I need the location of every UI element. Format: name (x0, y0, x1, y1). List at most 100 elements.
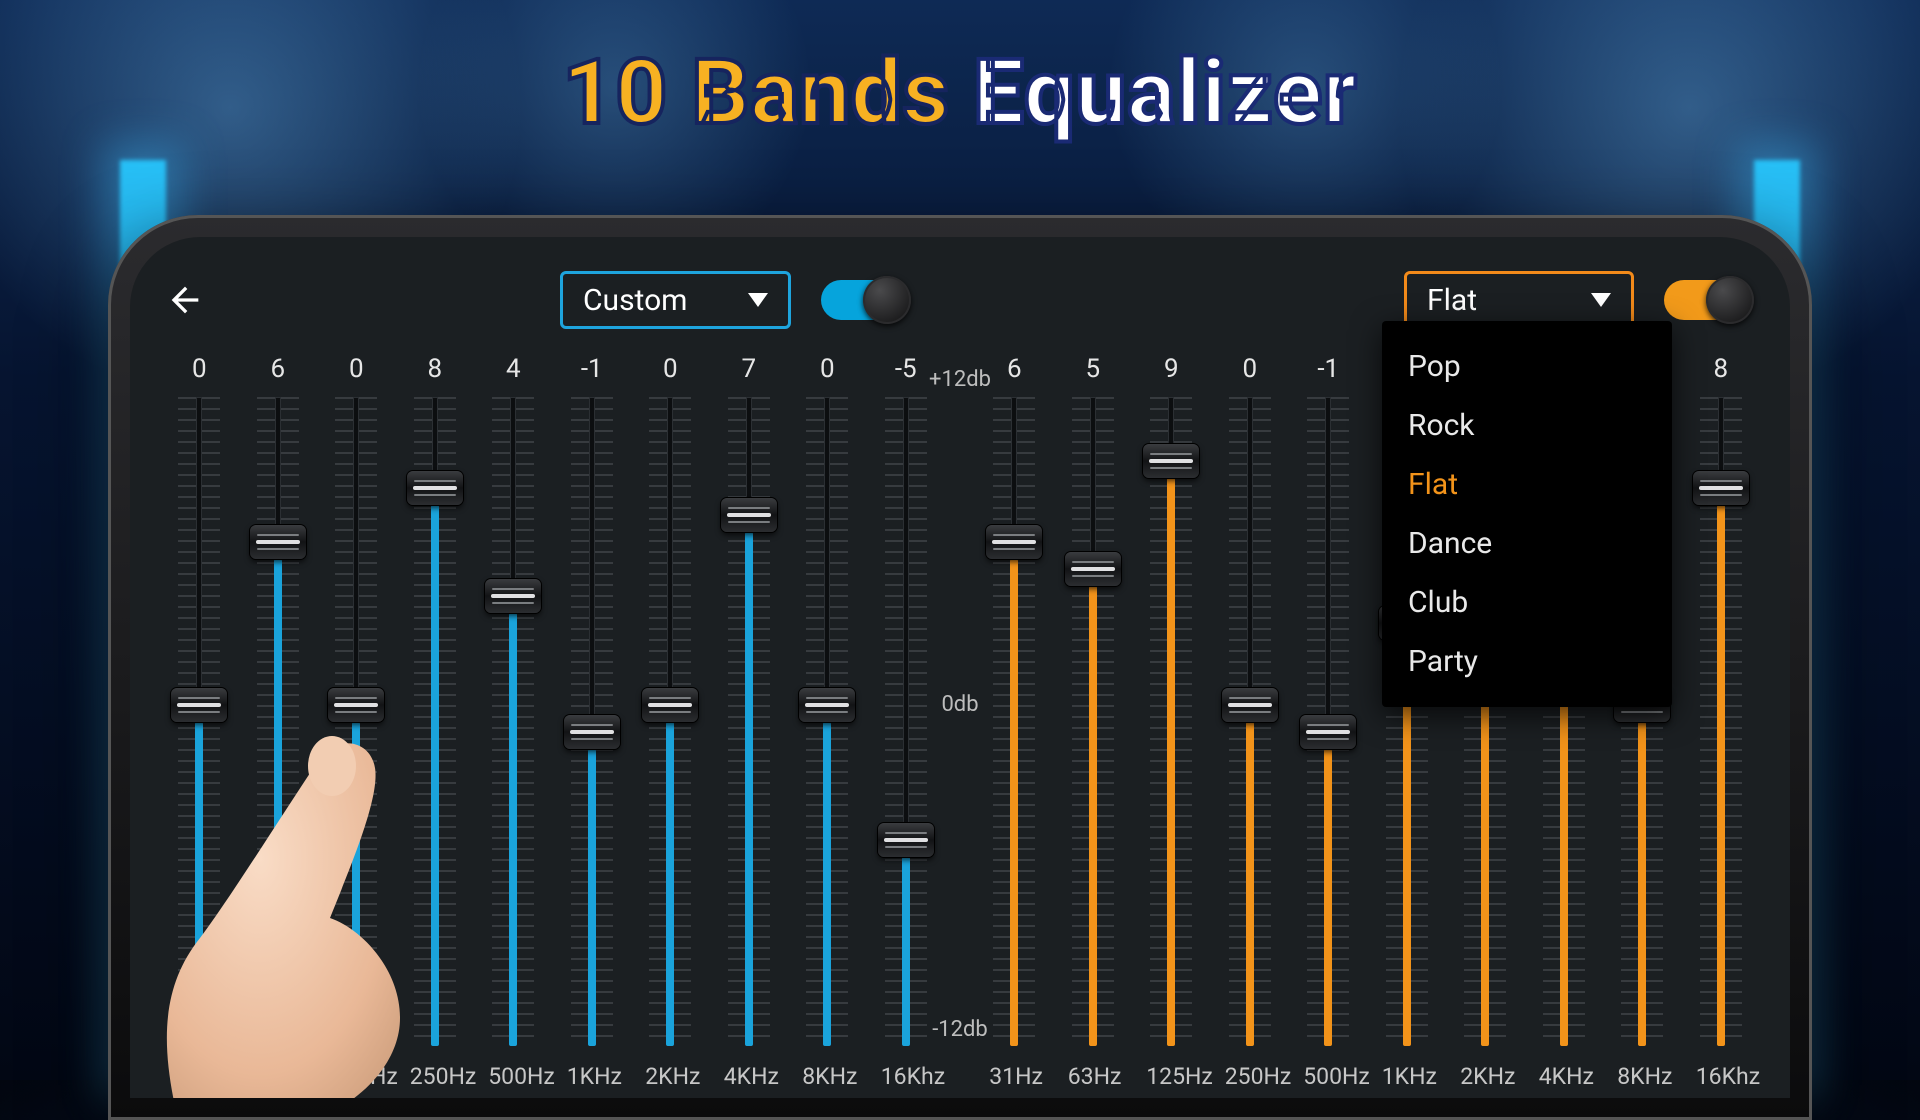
preset-menu-item[interactable]: Flat (1382, 455, 1672, 514)
freq-row-right: 31Hz63Hz125Hz250Hz500Hz1KHz2KHz4KHz8KHz1… (975, 1054, 1760, 1098)
band-value: -5 (881, 354, 931, 384)
slider-thumb[interactable] (485, 579, 541, 613)
eq-slider[interactable] (253, 397, 303, 1046)
chevron-down-icon (1591, 293, 1611, 307)
eq-slider[interactable] (645, 397, 695, 1046)
eq-slider[interactable] (410, 397, 460, 1046)
band-frequency: 16Khz (881, 1063, 931, 1090)
band-value: 8 (410, 354, 460, 384)
slider-thumb[interactable] (986, 525, 1042, 559)
band-value: 0 (645, 354, 695, 384)
band-frequency: 1KHz (1382, 1063, 1432, 1090)
eq-slider[interactable] (1146, 397, 1196, 1046)
band-value: 0 (174, 354, 224, 384)
slider-thumb[interactable] (250, 525, 306, 559)
band-frequency: 125Hz (1146, 1063, 1196, 1090)
eq-slider[interactable] (1696, 397, 1746, 1046)
slider-thumb[interactable] (1065, 552, 1121, 586)
eq-slider[interactable] (488, 397, 538, 1046)
slider-thumb[interactable] (407, 471, 463, 505)
band-frequency: 4KHz (1539, 1063, 1589, 1090)
slider-thumb[interactable] (564, 715, 620, 749)
band-frequency: 250Hz (1225, 1063, 1275, 1090)
band-frequency: 63Hz (1068, 1063, 1118, 1090)
slider-fill (1089, 586, 1097, 1046)
band-value: 6 (253, 354, 303, 384)
slider-fill (1638, 722, 1646, 1047)
eq-slider[interactable] (1225, 397, 1275, 1046)
band-value: 0 (331, 354, 381, 384)
slider-thumb[interactable] (799, 688, 855, 722)
band-frequency: 250Hz (410, 1063, 460, 1090)
back-button[interactable] (160, 275, 210, 325)
band-frequency: 4KHz (724, 1063, 774, 1090)
band-frequency: 1KHz (567, 1063, 617, 1090)
preset-menu-item[interactable]: Dance (1382, 514, 1672, 573)
band-value: 0 (802, 354, 852, 384)
slider-fill (588, 749, 596, 1046)
eq-slider[interactable] (881, 397, 931, 1046)
slider-fill (823, 722, 831, 1047)
left-controls: Custom (560, 271, 907, 329)
band-frequency: 8KHz (802, 1063, 852, 1090)
eq-slider[interactable] (1303, 397, 1353, 1046)
preset-menu-item[interactable]: Party (1382, 632, 1672, 691)
slider-thumb[interactable] (878, 823, 934, 857)
chevron-down-icon (748, 293, 768, 307)
eq-toggle-left[interactable] (821, 280, 907, 320)
preset-dropdown-right-label: Flat (1427, 283, 1477, 318)
eq-slider[interactable] (802, 397, 852, 1046)
band-frequency: 63Hz (253, 1063, 303, 1090)
arrow-left-icon (165, 280, 205, 320)
preset-menu-item[interactable]: Rock (1382, 396, 1672, 455)
eq-slider[interactable] (1068, 397, 1118, 1046)
preset-menu: PopRockFlatDanceClubParty (1382, 321, 1672, 707)
slider-thumb[interactable] (642, 688, 698, 722)
slider-thumb[interactable] (171, 688, 227, 722)
band-value: 6 (989, 354, 1039, 384)
band-frequency: 16Khz (1696, 1063, 1746, 1090)
band-value: -1 (1303, 354, 1353, 384)
band-value: -1 (567, 354, 617, 384)
band-value: 9 (1146, 354, 1196, 384)
slider-fill (1324, 749, 1332, 1046)
slider-thumb[interactable] (1693, 471, 1749, 505)
band-frequency: 2KHz (1460, 1063, 1510, 1090)
slider-fill (431, 505, 439, 1046)
preset-menu-item[interactable]: Pop (1382, 337, 1672, 396)
band-value: 4 (488, 354, 538, 384)
sliders-left (160, 397, 945, 1046)
freq-row-left: 31Hz63Hz125Hz250Hz500Hz1KHz2KHz4KHz8KHz1… (160, 1054, 945, 1098)
band-frequency: 8KHz (1617, 1063, 1667, 1090)
slider-thumb[interactable] (1300, 715, 1356, 749)
eq-panel-left: 06084-1070-5 31Hz63Hz125Hz250Hz500Hz1KHz… (160, 347, 945, 1098)
phone-frame: Custom Flat 06084-1070-5 (108, 215, 1812, 1120)
eq-toggle-right[interactable] (1664, 280, 1750, 320)
eq-slider[interactable] (989, 397, 1039, 1046)
slider-thumb[interactable] (1143, 444, 1199, 478)
toggle-knob (1706, 276, 1754, 324)
band-value: 8 (1696, 354, 1746, 384)
slider-thumb[interactable] (721, 498, 777, 532)
band-frequency: 500Hz (1303, 1063, 1353, 1090)
hero-title: 10 Bands Equalizer (0, 40, 1920, 145)
eq-slider[interactable] (724, 397, 774, 1046)
slider-thumb[interactable] (328, 688, 384, 722)
slider-fill (902, 857, 910, 1046)
eq-slider[interactable] (331, 397, 381, 1046)
eq-slider[interactable] (567, 397, 617, 1046)
preset-dropdown-left-label: Custom (583, 283, 688, 318)
slider-fill (1717, 505, 1725, 1046)
eq-slider[interactable] (174, 397, 224, 1046)
preset-menu-item[interactable]: Club (1382, 573, 1672, 632)
slider-thumb[interactable] (1222, 688, 1278, 722)
values-row-left: 06084-1070-5 (160, 347, 945, 391)
hero-rest: Equalizer (973, 40, 1357, 145)
slider-fill (1010, 559, 1018, 1046)
slider-fill (352, 722, 360, 1047)
band-value: 7 (724, 354, 774, 384)
slider-fill (1246, 722, 1254, 1047)
app-screen: Custom Flat 06084-1070-5 (130, 237, 1790, 1098)
preset-dropdown-left[interactable]: Custom (560, 271, 791, 329)
slider-fill (195, 722, 203, 1047)
